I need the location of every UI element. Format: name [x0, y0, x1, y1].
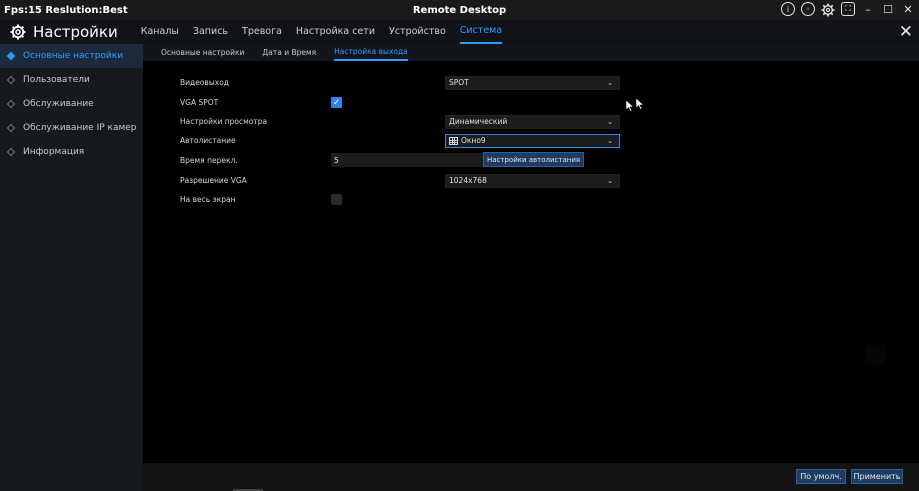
- settings-header: Настройки Каналы Запись Тревога Настройк…: [0, 20, 919, 44]
- record-icon[interactable]: ◦: [801, 2, 815, 16]
- chevron-down-icon: ⌄: [607, 117, 613, 126]
- video-output-value: SPOT: [449, 78, 469, 87]
- minimize-button[interactable]: –: [861, 3, 875, 16]
- sidebar-item-label: Обслуживание: [23, 99, 94, 109]
- switch-time-label: Время перекл.: [180, 156, 238, 165]
- apply-button[interactable]: Применить: [851, 469, 903, 484]
- sidebar-item-label: Информация: [23, 147, 85, 157]
- fullscreen-checkbox[interactable]: [331, 194, 342, 205]
- grid-layout-icon: [449, 136, 458, 145]
- auto-sequence-row: Автолистание Окно9 ⌄: [180, 133, 620, 148]
- view-setting-row: Настройки просмотра Динамический ⌄: [180, 114, 620, 129]
- auto-sequence-value: Окно9: [461, 136, 486, 145]
- video-output-row: Видеовыход SPOT ⌄: [180, 75, 620, 90]
- window-close-button[interactable]: ✕: [901, 3, 915, 16]
- fullscreen-row: На весь экран: [180, 192, 342, 207]
- chevron-down-icon: ⌄: [607, 78, 613, 87]
- tab-general-settings[interactable]: Основные настройки: [161, 44, 244, 61]
- auto-sequence-select[interactable]: Окно9 ⌄: [445, 133, 620, 148]
- vga-resolution-row: Разрешение VGA 1024x768 ⌄: [180, 173, 620, 188]
- vga-spot-label: VGA SPOT: [180, 98, 219, 107]
- settings-gear-icon: [10, 24, 26, 40]
- tab-output-settings[interactable]: Настройка выхода: [334, 44, 408, 61]
- tab-device[interactable]: Устройство: [389, 20, 446, 44]
- sidebar-item-maintenance[interactable]: Обслуживание: [0, 92, 143, 116]
- vga-resolution-select[interactable]: 1024x768 ⌄: [445, 173, 620, 188]
- vga-spot-checkbox[interactable]: ✓: [331, 97, 342, 108]
- title-bar: Fps:15 Reslution:Best Remote Desktop i ◦…: [0, 0, 919, 20]
- sidebar-item-ip-camera-maintenance[interactable]: Обслуживание IP камер: [0, 116, 143, 140]
- auto-sequence-label: Автолистание: [180, 136, 236, 145]
- switch-time-row: Время перекл. 5: [180, 153, 506, 168]
- switch-time-input[interactable]: 5: [331, 153, 506, 167]
- fps-text: Fps:15 Reslution:Best: [4, 4, 128, 16]
- tab-channels[interactable]: Каналы: [141, 20, 179, 44]
- sidebar: Основные настройки Пользователи Обслужив…: [0, 44, 143, 491]
- chevron-down-icon: ⌄: [607, 136, 613, 145]
- tab-record[interactable]: Запись: [193, 20, 228, 44]
- diamond-icon: [6, 51, 16, 61]
- sidebar-item-label: Пользователи: [23, 75, 90, 85]
- view-setting-select[interactable]: Динамический ⌄: [445, 114, 620, 129]
- vga-spot-row: VGA SPOT ✓: [180, 95, 342, 110]
- sidebar-item-label: Обслуживание IP камер: [23, 123, 137, 133]
- vga-resolution-label: Разрешение VGA: [180, 176, 247, 185]
- footer-bar: По умолч. Применить: [143, 463, 919, 491]
- gear-icon[interactable]: [821, 2, 835, 17]
- chevron-down-icon: ⌄: [607, 176, 613, 185]
- info-icon[interactable]: i: [781, 2, 795, 16]
- sidebar-item-label: Основные настройки: [23, 51, 124, 61]
- video-output-select[interactable]: SPOT ⌄: [445, 75, 620, 90]
- view-setting-value: Динамический: [449, 117, 508, 126]
- fullscreen-icon[interactable]: ⛶: [841, 2, 855, 16]
- page-title: Настройки: [33, 23, 118, 41]
- diamond-icon: [6, 99, 16, 109]
- view-setting-label: Настройки просмотра: [180, 117, 268, 126]
- sidebar-item-general[interactable]: Основные настройки: [0, 44, 143, 68]
- mouse-cursor-icon: [636, 98, 644, 110]
- sidebar-item-information[interactable]: Информация: [0, 140, 143, 164]
- default-button[interactable]: По умолч.: [796, 469, 846, 484]
- sidebar-item-users[interactable]: Пользователи: [0, 68, 143, 92]
- settings-content: Видеовыход SPOT ⌄ VGA SPOT ✓ Настройки п…: [143, 61, 919, 463]
- overlay-artifact: [865, 345, 885, 365]
- video-output-label: Видеовыход: [180, 78, 229, 87]
- mouse-cursor-icon: [626, 100, 634, 112]
- title-icons: i ◦ ⛶ – ☐ ✕: [781, 2, 915, 17]
- diamond-icon: [6, 123, 16, 133]
- maximize-button[interactable]: ☐: [881, 3, 895, 16]
- close-icon[interactable]: ✕: [899, 22, 913, 42]
- tab-system[interactable]: Система: [459, 20, 503, 44]
- auto-sequence-settings-button[interactable]: Настройки автолистания: [483, 152, 585, 167]
- diamond-icon: [6, 75, 16, 85]
- sub-tabs: Основные настройки Дата и Время Настройк…: [143, 44, 919, 61]
- tab-network[interactable]: Настройка сети: [296, 20, 375, 44]
- tab-alarm[interactable]: Тревога: [242, 20, 282, 44]
- fullscreen-label: На весь экран: [180, 195, 236, 204]
- app-window: Fps:15 Reslution:Best Remote Desktop i ◦…: [0, 0, 919, 491]
- diamond-icon: [6, 147, 16, 157]
- vga-resolution-value: 1024x768: [449, 176, 487, 185]
- tab-date-time[interactable]: Дата и Время: [262, 44, 316, 61]
